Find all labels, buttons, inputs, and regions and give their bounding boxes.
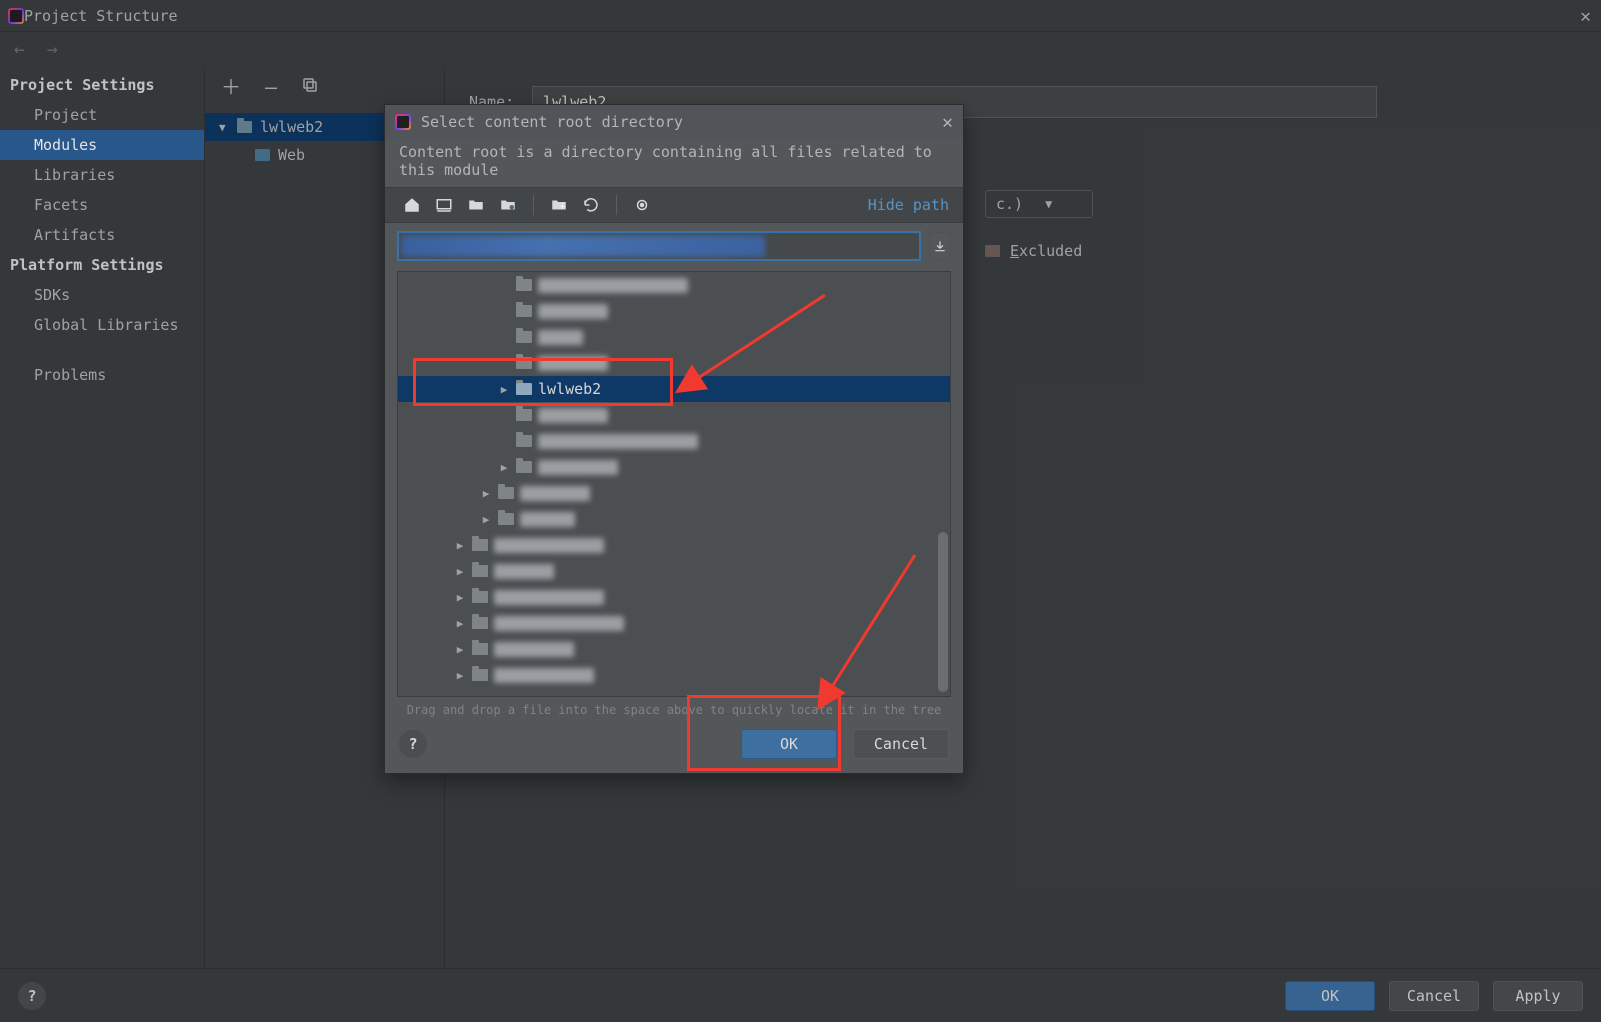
tree-expand-icon[interactable]: ▶: [454, 591, 466, 604]
tree-row-label-obscured: [494, 642, 574, 657]
tree-expand-icon[interactable]: ▶: [454, 669, 466, 682]
tree-expand-icon[interactable]: ▶: [454, 617, 466, 630]
tree-expand-icon[interactable]: ▶: [480, 487, 492, 500]
folder-icon: [516, 409, 532, 421]
tree-row-label-obscured: [494, 538, 604, 553]
file-chooser-toolbar: + Hide path: [385, 187, 963, 223]
tree-expand-icon[interactable]: ▶: [454, 643, 466, 656]
tree-row[interactable]: [398, 272, 950, 298]
dialog-subtitle: Content root is a directory containing a…: [385, 139, 963, 187]
project-folder-icon[interactable]: [463, 192, 489, 218]
path-history-icon[interactable]: [929, 232, 951, 260]
tree-expand-icon[interactable]: ▶: [498, 383, 510, 396]
tree-row-label-obscured: [494, 564, 554, 579]
tree-row-label-obscured: [520, 486, 590, 501]
modal-overlay: Select content root directory ✕ Content …: [0, 0, 1601, 1022]
refresh-icon[interactable]: [578, 192, 604, 218]
dialog-close-icon[interactable]: ✕: [942, 112, 953, 133]
folder-icon: [516, 435, 532, 447]
tree-row-label-obscured: [494, 668, 594, 683]
tree-row-label-obscured: [538, 408, 608, 423]
tree-scrollbar[interactable]: [938, 532, 948, 692]
folder-icon: [516, 331, 532, 343]
folder-icon: [472, 617, 488, 629]
folder-icon: [472, 591, 488, 603]
tree-row[interactable]: [398, 428, 950, 454]
hide-path-link[interactable]: Hide path: [868, 196, 949, 214]
dialog-title: Select content root directory: [421, 113, 932, 131]
new-folder-icon[interactable]: +: [546, 192, 572, 218]
tree-row-label-obscured: [538, 330, 583, 345]
dialog-cancel-button[interactable]: Cancel: [853, 729, 949, 759]
folder-icon: [498, 513, 514, 525]
dialog-app-icon: [395, 114, 411, 130]
tree-row[interactable]: ▶: [398, 480, 950, 506]
tree-expand-icon[interactable]: ▶: [480, 513, 492, 526]
dialog-help-icon[interactable]: ?: [399, 730, 427, 758]
tree-row[interactable]: ▶: [398, 636, 950, 662]
svg-text:+: +: [561, 202, 566, 211]
tree-row[interactable]: ▶: [398, 662, 950, 688]
folder-icon: [472, 565, 488, 577]
tree-row[interactable]: ▶: [398, 506, 950, 532]
tree-row-selected-folder[interactable]: ▶ lwlweb2: [398, 376, 950, 402]
folder-icon: [498, 487, 514, 499]
module-folder-icon[interactable]: [495, 192, 521, 218]
dialog-ok-button[interactable]: OK: [741, 729, 837, 759]
tree-row[interactable]: ▶: [398, 454, 950, 480]
path-input-obscured: [401, 235, 765, 257]
tree-row[interactable]: ▶: [398, 532, 950, 558]
tree-expand-icon[interactable]: ▶: [498, 461, 510, 474]
tree-row-label-obscured: [538, 304, 608, 319]
tree-row[interactable]: ▶: [398, 558, 950, 584]
select-content-root-dialog: Select content root directory ✕ Content …: [384, 104, 964, 774]
dialog-hint: Drag and drop a file into the space abov…: [385, 697, 963, 721]
tree-row[interactable]: [398, 402, 950, 428]
tree-row[interactable]: ▶: [398, 610, 950, 636]
show-hidden-icon[interactable]: [629, 192, 655, 218]
tree-row-label-obscured: [520, 512, 575, 527]
folder-icon: [472, 643, 488, 655]
home-icon[interactable]: [399, 192, 425, 218]
folder-icon: [516, 279, 532, 291]
tree-row[interactable]: [398, 350, 950, 376]
path-input[interactable]: [397, 231, 921, 261]
tree-expand-icon[interactable]: ▶: [454, 565, 466, 578]
folder-icon: [516, 305, 532, 317]
tree-row-label-obscured: [538, 278, 688, 293]
tree-expand-icon[interactable]: ▶: [454, 539, 466, 552]
folder-icon: [516, 383, 532, 395]
tree-row[interactable]: [398, 298, 950, 324]
tree-row[interactable]: [398, 324, 950, 350]
desktop-icon[interactable]: [431, 192, 457, 218]
folder-icon: [472, 539, 488, 551]
tree-row-label-obscured: [538, 434, 698, 449]
tree-row-label: lwlweb2: [538, 380, 601, 398]
folder-icon: [516, 461, 532, 473]
directory-tree[interactable]: ▶ lwlweb2 ▶ ▶ ▶ ▶ ▶ ▶ ▶ ▶ ▶: [397, 271, 951, 697]
tree-row-label-obscured: [538, 460, 618, 475]
folder-icon: [516, 357, 532, 369]
folder-icon: [472, 669, 488, 681]
tree-row-label-obscured: [494, 590, 604, 605]
tree-row[interactable]: ▶: [398, 584, 950, 610]
tree-row-label-obscured: [494, 616, 624, 631]
tree-row-label-obscured: [538, 356, 608, 371]
